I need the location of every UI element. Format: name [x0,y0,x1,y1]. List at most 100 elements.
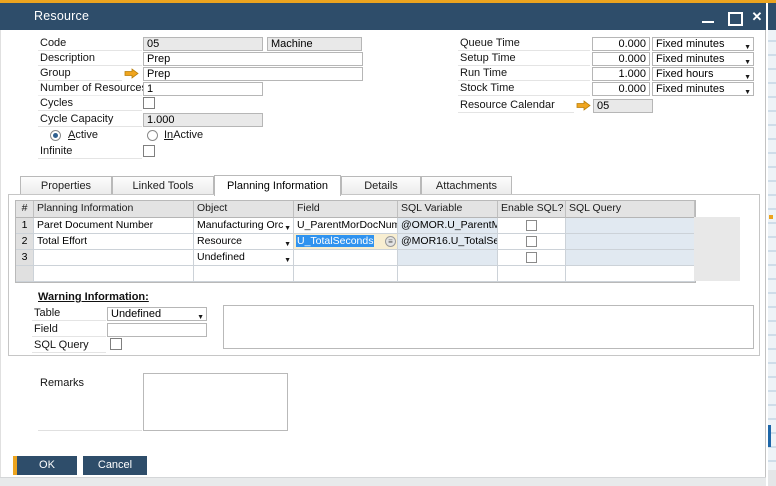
titlebar[interactable]: Resource [0,3,766,30]
enable-sql-cell [498,218,566,234]
tab-linked-tools[interactable]: Linked Tools [112,176,214,195]
resource-window: Resource Code 05 Machine Description Pre… [0,0,776,486]
stock-time-label: Stock Time [458,82,590,96]
bg-gold-dot [769,215,773,219]
maximize-icon[interactable] [726,9,743,26]
cycle-capacity-field[interactable]: 1.000 [143,113,263,127]
link-arrow-icon[interactable] [124,68,139,79]
row-number[interactable]: 1 [16,218,34,234]
enable-sql-checkbox[interactable] [526,220,537,231]
active-radio-label: Active [68,129,98,141]
selected-text: U_TotalSeconds [296,235,375,247]
enable-sql-cell [498,234,566,250]
cycles-checkbox[interactable] [143,97,155,109]
col-header-index: # [16,201,34,218]
number-of-resources-field[interactable]: 1 [143,82,263,96]
object-cell[interactable]: Resource [194,234,294,250]
close-icon[interactable] [749,9,765,25]
queue-time-field[interactable]: 0.000 [592,37,650,51]
planning-information-cell[interactable] [34,250,194,266]
infinite-label: Infinite [38,145,142,159]
table-row: 2 Total Effort Resource U_TotalSeconds @… [16,234,695,250]
col-header-enable-sql: Enable SQL? [498,201,566,218]
tab-properties[interactable]: Properties [20,176,112,195]
infinite-checkbox[interactable] [143,145,155,157]
setup-time-field[interactable]: 0.000 [592,52,650,66]
warning-sql-query-checkbox[interactable] [110,338,122,350]
col-header-sql-variable: SQL Variable [398,201,498,218]
field-cell[interactable] [294,266,398,282]
object-cell[interactable]: Manufacturing Orc [194,218,294,234]
table-filler-area [694,217,740,281]
sql-query-cell [566,234,695,250]
queue-time-unit-select[interactable]: Fixed minutes [652,37,754,51]
chevron-down-icon [284,253,291,265]
object-cell[interactable] [194,266,294,282]
field-cell-active[interactable]: U_TotalSeconds [294,234,398,250]
bg-gray-footer [768,470,776,486]
description-field[interactable]: Prep [143,52,363,66]
inactive-radio-label: InActive [164,129,204,141]
sql-variable-cell [398,250,498,266]
warning-information-heading: Warning Information: [38,291,149,303]
chevron-down-icon [744,55,751,65]
choose-from-list-icon[interactable] [385,236,396,247]
cycles-label: Cycles [38,97,142,111]
planning-information-cell[interactable]: Paret Document Number [34,218,194,234]
stock-time-unit-select[interactable]: Fixed minutes [652,82,754,96]
sql-variable-cell: @MOR16.U_TotalSeco [398,234,498,250]
minimize-icon[interactable] [700,9,716,25]
remarks-label: Remarks [38,377,142,431]
planning-information-cell[interactable]: Total Effort [34,234,194,250]
setup-time-unit-select[interactable]: Fixed minutes [652,52,754,66]
row-number[interactable] [16,266,34,282]
object-cell[interactable]: Undefined [194,250,294,266]
code-type-field[interactable]: Machine [267,37,362,51]
tab-details[interactable]: Details [341,176,421,195]
cycle-capacity-label: Cycle Capacity [38,113,142,127]
warning-table-label: Table [32,307,106,321]
field-cell[interactable]: U_ParentMorDocNum [294,218,398,234]
sql-variable-cell: @OMOR.U_ParentMo [398,218,498,234]
setup-time-label: Setup Time [458,52,590,66]
resource-calendar-field[interactable]: 05 [593,99,653,113]
queue-time-label: Queue Time [458,37,590,51]
planning-table: # Planning Information Object Field SQL … [15,200,696,283]
row-number[interactable]: 3 [16,250,34,266]
enable-sql-checkbox[interactable] [526,236,537,247]
col-header-object: Object [194,201,294,218]
tab-attachments[interactable]: Attachments [421,176,512,195]
link-arrow-icon[interactable] [576,100,591,111]
table-row: 1 Paret Document Number Manufacturing Or… [16,218,695,234]
background-window-sliver [768,0,776,486]
run-time-field[interactable]: 1.000 [592,67,650,81]
field-cell[interactable] [294,250,398,266]
row-number[interactable]: 2 [16,234,34,250]
warning-sql-query-label: SQL Query [32,339,106,353]
table-row-empty [16,266,695,282]
warning-message-textarea[interactable] [223,305,754,349]
inactive-radio[interactable] [147,130,158,141]
warning-table-select[interactable]: Undefined [107,307,207,321]
run-time-unit-select[interactable]: Fixed hours [652,67,754,81]
stock-time-field[interactable]: 0.000 [592,82,650,96]
window-title: Resource [34,9,90,23]
remarks-textarea[interactable] [143,373,288,431]
group-field[interactable]: Prep [143,67,363,81]
table-row: 3 Undefined [16,250,695,266]
enable-sql-checkbox[interactable] [526,252,537,263]
table-header-row: # Planning Information Object Field SQL … [16,201,695,218]
tab-planning-information[interactable]: Planning Information [214,175,341,196]
cancel-button[interactable]: Cancel [83,456,147,475]
number-of-resources-label: Number of Resources [38,82,147,96]
enable-sql-cell [498,250,566,266]
code-field[interactable]: 05 [143,37,263,51]
background-bottom [0,477,766,486]
group-label: Group [38,67,122,81]
active-radio[interactable] [50,130,61,141]
ok-button[interactable]: OK [13,456,77,475]
enable-sql-cell [498,266,566,282]
planning-information-cell[interactable] [34,266,194,282]
col-header-planning-information: Planning Information [34,201,194,218]
warning-field-input[interactable] [107,323,207,337]
